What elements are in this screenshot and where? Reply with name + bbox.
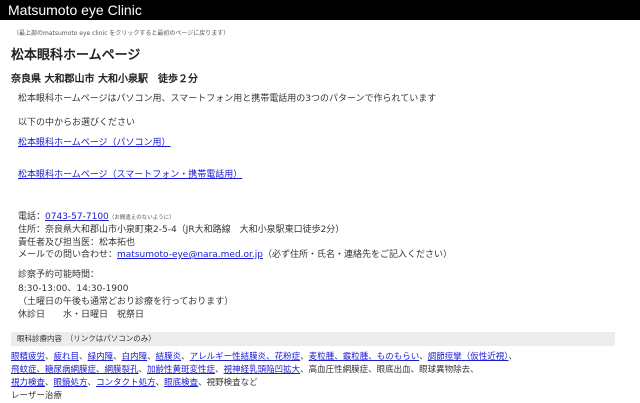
service-text: 、 <box>215 365 224 375</box>
service-link[interactable]: 視神経乳頭陥凹拡大 <box>224 365 301 375</box>
hours-label: 診察予約可能時間： <box>18 270 100 280</box>
services-line: 視力検査、眼鏡処方、コンタクト処方、眼底検査、視野検査など <box>11 377 517 390</box>
service-text: 、 <box>138 365 148 375</box>
page-subtitle: 奈良県 大和郡山市 大和小泉駅 徒歩２分 <box>11 74 198 85</box>
hours-times: 8:30-13:00、14:30-1900 <box>18 284 129 294</box>
service-text: 、 <box>79 352 88 362</box>
address: 住所：奈良県大和郡山市小泉町東2-5-4（JR大和路線 大和小泉駅東口徒歩2分） <box>18 225 345 235</box>
pc-site-link[interactable]: 松本眼科ホームページ（パソコン用） <box>18 135 171 148</box>
service-text: 、 <box>113 352 122 362</box>
services-line: 飛蚊症、糖尿病網膜症、網膜裂孔、加齢性黄斑変性症、視神経乳頭陥凹拡大、高血圧性網… <box>11 364 517 377</box>
service-link[interactable]: アレルギー性結膜炎、花粉症 <box>190 352 301 362</box>
mail-link[interactable]: matsumoto-eye@nara.med.or.jp <box>117 250 263 260</box>
services-list: 眼精疲労、疲れ目、緑内障、白内障、結膜炎、アレルギー性結膜炎、花粉症、麦粒腫、霰… <box>11 351 517 403</box>
phone-label: 電話： <box>18 212 46 222</box>
services-heading: 眼科診療内容 （リンクはパソコンのみ） <box>11 332 615 346</box>
service-text: 、 <box>300 352 309 362</box>
service-link[interactable]: 眼精疲労 <box>11 352 45 362</box>
hours-saturday: （土曜日の午後も通常どおり診療を行っております） <box>18 297 234 307</box>
service-link[interactable]: 加齢性黄斑変性症 <box>147 365 215 375</box>
header-note: （最上部のmatsumoto eye clinic をクリックすると最初のページ… <box>13 30 230 37</box>
service-text: 、 <box>147 352 156 362</box>
service-link[interactable]: 緑内障 <box>88 352 114 362</box>
service-link[interactable]: 視力検査 <box>11 378 45 388</box>
phone-note: （お間違えのないように） <box>108 215 175 221</box>
service-link[interactable]: 白内障 <box>122 352 148 362</box>
intro-text: 松本眼科ホームページはパソコン用、スマートフォン用と携帯電話用の3つのパターンで… <box>18 94 437 104</box>
service-text: 、視野検査など <box>198 378 258 388</box>
service-text: 、 <box>87 378 97 388</box>
service-text: 、 <box>45 352 54 362</box>
choose-text: 以下の中からお選びください <box>18 118 136 128</box>
service-link[interactable]: 眼底検査 <box>164 378 198 388</box>
service-link[interactable]: 疲れ目 <box>54 352 80 362</box>
service-text: 、 <box>508 352 517 362</box>
service-link[interactable]: 眼鏡処方 <box>54 378 88 388</box>
phone-link[interactable]: 0743-57-7100 <box>45 212 109 222</box>
site-header-link[interactable]: Matsumoto eye Clinic <box>0 0 640 20</box>
service-text: 、 <box>155 378 165 388</box>
mail-note: （必ず住所・氏名・連絡先をご記入ください） <box>262 250 452 260</box>
mail-line: メールでの問い合わせ：matsumoto-eye@nara.med.or.jp（… <box>18 247 452 260</box>
service-text: 、 <box>45 378 54 388</box>
service-link[interactable]: 飛蚊症、糖尿病網膜症、網膜裂孔 <box>11 365 139 375</box>
service-link[interactable]: 調節痙攣（仮性近視） <box>428 352 509 362</box>
service-text: 、 <box>419 352 428 362</box>
mail-label: メールでの問い合わせ： <box>18 250 118 260</box>
phone-line: 電話：0743-57-7100（お間違えのないように） <box>18 209 175 222</box>
services-line: 眼精疲労、疲れ目、緑内障、白内障、結膜炎、アレルギー性結膜炎、花粉症、麦粒腫、霰… <box>11 351 517 364</box>
services-line: レーザー治療 <box>11 390 517 403</box>
service-text: 、 <box>181 352 190 362</box>
smartphone-site-link[interactable]: 松本眼科ホームページ（スマートフォン・携帯電話用） <box>18 167 242 180</box>
page-title: 松本眼科ホームページ <box>11 48 141 63</box>
service-text: 、高血圧性網膜症、眼底出血、眼球異物除去、 <box>300 365 479 375</box>
service-link[interactable]: コンタクト処方 <box>96 378 156 388</box>
closed-days: 休診日 水・日曜日 祝祭日 <box>18 310 145 320</box>
service-link[interactable]: 結膜炎 <box>156 352 182 362</box>
service-link[interactable]: 麦粒腫、霰粒腫、ものもらい <box>309 352 420 362</box>
